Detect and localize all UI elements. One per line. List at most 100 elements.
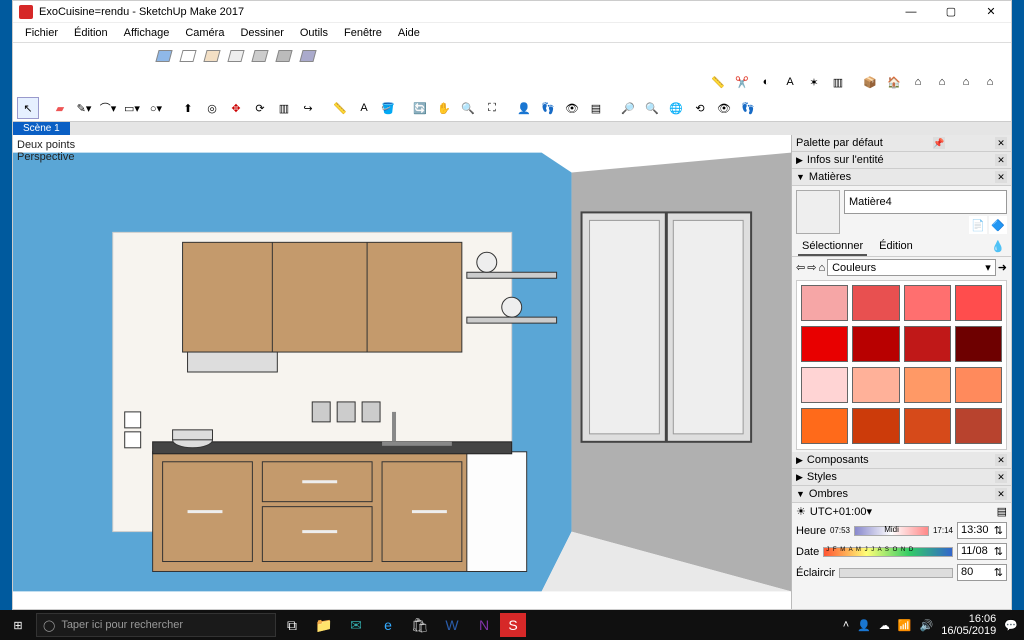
style-mono-icon[interactable] [225, 45, 247, 67]
heure-spin[interactable]: 13:30⇅ [957, 522, 1007, 539]
menu-tools[interactable]: Outils [294, 25, 334, 41]
paint-icon[interactable]: 🪣 [377, 97, 399, 119]
sketchup-task-icon[interactable]: S [500, 613, 526, 637]
taskbar-search[interactable]: ◯ Taper ici pour rechercher [36, 613, 276, 637]
style-hidden-icon[interactable] [201, 45, 223, 67]
swatch-2[interactable] [904, 285, 951, 321]
shadow-detail-icon[interactable]: ▤ [997, 505, 1007, 518]
swatch-13[interactable] [852, 408, 899, 444]
panel-entity-info[interactable]: ▶Infos sur l'entité✕ [792, 152, 1011, 169]
tray-people-icon[interactable]: 👤 [857, 619, 871, 632]
pers-icon[interactable]: 👤 [513, 97, 535, 119]
timezone-combo[interactable]: UTC+01:00▾ [810, 505, 910, 518]
eraser-icon[interactable]: ▰ [49, 97, 71, 119]
axes-icon[interactable]: ✶ [803, 71, 825, 93]
menu-help[interactable]: Aide [392, 25, 426, 41]
protractor-icon[interactable]: ◐ [755, 71, 777, 93]
edge-icon[interactable]: e [372, 610, 404, 640]
panel-default-palette[interactable]: Palette par défaut 📌 ✕ [792, 135, 1011, 152]
menu-edit[interactable]: Édition [68, 25, 114, 41]
store-icon[interactable]: 🛍 [404, 610, 436, 640]
swatch-9[interactable] [852, 367, 899, 403]
house2-icon[interactable]: ⌂ [931, 71, 953, 93]
followme-icon[interactable]: ↪ [297, 97, 319, 119]
scene-tab-1[interactable]: Scène 1 [13, 122, 70, 135]
swatch-15[interactable] [955, 408, 1002, 444]
zoomext-icon[interactable]: ⛶ [481, 97, 503, 119]
swatch-6[interactable] [904, 326, 951, 362]
tray-sound-icon[interactable]: 🔊 [920, 619, 934, 632]
maximize-button[interactable]: ▢ [931, 1, 971, 23]
text2-icon[interactable]: A [353, 97, 375, 119]
swatch-8[interactable] [801, 367, 848, 403]
eyedropper-icon[interactable]: 💧 [991, 240, 1005, 254]
rotate-icon[interactable]: ⟳ [249, 97, 271, 119]
house-nav-icon[interactable]: ⌂ [818, 262, 825, 274]
zoom-icon[interactable]: 🔍 [457, 97, 479, 119]
tray-wifi-icon[interactable]: 📶 [898, 619, 912, 632]
lighten-spin[interactable]: 80⇅ [957, 564, 1007, 581]
zoomwin-icon[interactable]: 🔍 [641, 97, 663, 119]
menu-display[interactable]: Affichage [118, 25, 176, 41]
material-name-input[interactable] [844, 190, 1007, 214]
material-category-combo[interactable]: Couleurs▾ [827, 259, 996, 276]
warehouse-icon[interactable]: 📦 [859, 71, 881, 93]
move-icon[interactable]: ✥ [225, 97, 247, 119]
orbit-icon[interactable]: 🔄 [409, 97, 431, 119]
globe-icon[interactable]: 🌐 [665, 97, 687, 119]
tape-icon[interactable]: 📏 [707, 71, 729, 93]
swatch-10[interactable] [904, 367, 951, 403]
notifications-icon[interactable]: 💬 [1004, 619, 1018, 632]
folder-icon[interactable]: 📁 [308, 610, 340, 640]
style-shaded-icon[interactable] [153, 45, 175, 67]
menu-draw[interactable]: Dessiner [234, 25, 289, 41]
word-icon[interactable]: W [436, 610, 468, 640]
default-material-icon[interactable]: 🔷 [989, 216, 1007, 234]
swatch-14[interactable] [904, 408, 951, 444]
start-button[interactable]: ⊞ [0, 610, 36, 640]
menu-window[interactable]: Fenêtre [338, 25, 388, 41]
swatch-4[interactable] [801, 326, 848, 362]
select-tool-icon[interactable]: ↖ [17, 97, 39, 119]
shadow-toggle-icon[interactable]: ☀ [796, 505, 806, 518]
lighten-slider[interactable] [839, 568, 953, 578]
arc-icon[interactable]: ⌒▾ [97, 97, 119, 119]
taskview-icon[interactable]: ⧉ [276, 610, 308, 640]
offset-icon[interactable]: ◎ [201, 97, 223, 119]
detail-icon[interactable]: ➜ [998, 261, 1007, 274]
sect2-icon[interactable]: ▤ [585, 97, 607, 119]
component-icon[interactable]: 🏠 [883, 71, 905, 93]
text-icon[interactable]: A [779, 71, 801, 93]
house4-icon[interactable]: ⌂ [979, 71, 1001, 93]
tab-select[interactable]: Sélectionner [798, 238, 867, 256]
panel-shadows[interactable]: ▼Ombres✕ [792, 486, 1011, 503]
tray-up-icon[interactable]: ˄ [843, 619, 849, 631]
date-spin[interactable]: 11/08⇅ [957, 543, 1007, 560]
mail-icon[interactable]: ✉ [340, 610, 372, 640]
nav-back-icon[interactable]: ⇦ [796, 261, 805, 274]
onenote-icon[interactable]: N [468, 610, 500, 640]
circle-icon[interactable]: ○▾ [145, 97, 167, 119]
create-material-icon[interactable]: 📄 [969, 216, 987, 234]
swatch-3[interactable] [955, 285, 1002, 321]
house-icon[interactable]: ⌂ [907, 71, 929, 93]
look-icon[interactable]: 👁 [561, 97, 583, 119]
panel-materials[interactable]: ▼Matières✕ [792, 169, 1011, 186]
prev-icon[interactable]: ⟲ [689, 97, 711, 119]
heure-slider[interactable]: Midi [854, 526, 929, 536]
walk-icon[interactable]: 👣 [537, 97, 559, 119]
feet-icon[interactable]: 👣 [737, 97, 759, 119]
dimension-icon[interactable]: ✂️ [731, 71, 753, 93]
style-back-icon[interactable] [297, 45, 319, 67]
swatch-7[interactable] [955, 326, 1002, 362]
close-button[interactable]: ✕ [971, 1, 1011, 23]
panel-styles[interactable]: ▶Styles✕ [792, 469, 1011, 486]
section-icon[interactable]: ▥ [827, 71, 849, 93]
taskbar-clock[interactable]: 16:06 16/05/2019 [941, 613, 996, 637]
nav-fwd-icon[interactable]: ⇨ [807, 261, 816, 274]
style-texture-icon[interactable] [249, 45, 271, 67]
date-slider[interactable]: J F M A M J J A S O N D [823, 547, 953, 557]
tray-cloud-icon[interactable]: ☁ [879, 619, 890, 632]
tab-edit[interactable]: Édition [875, 238, 917, 256]
style-wireframe-icon[interactable] [177, 45, 199, 67]
